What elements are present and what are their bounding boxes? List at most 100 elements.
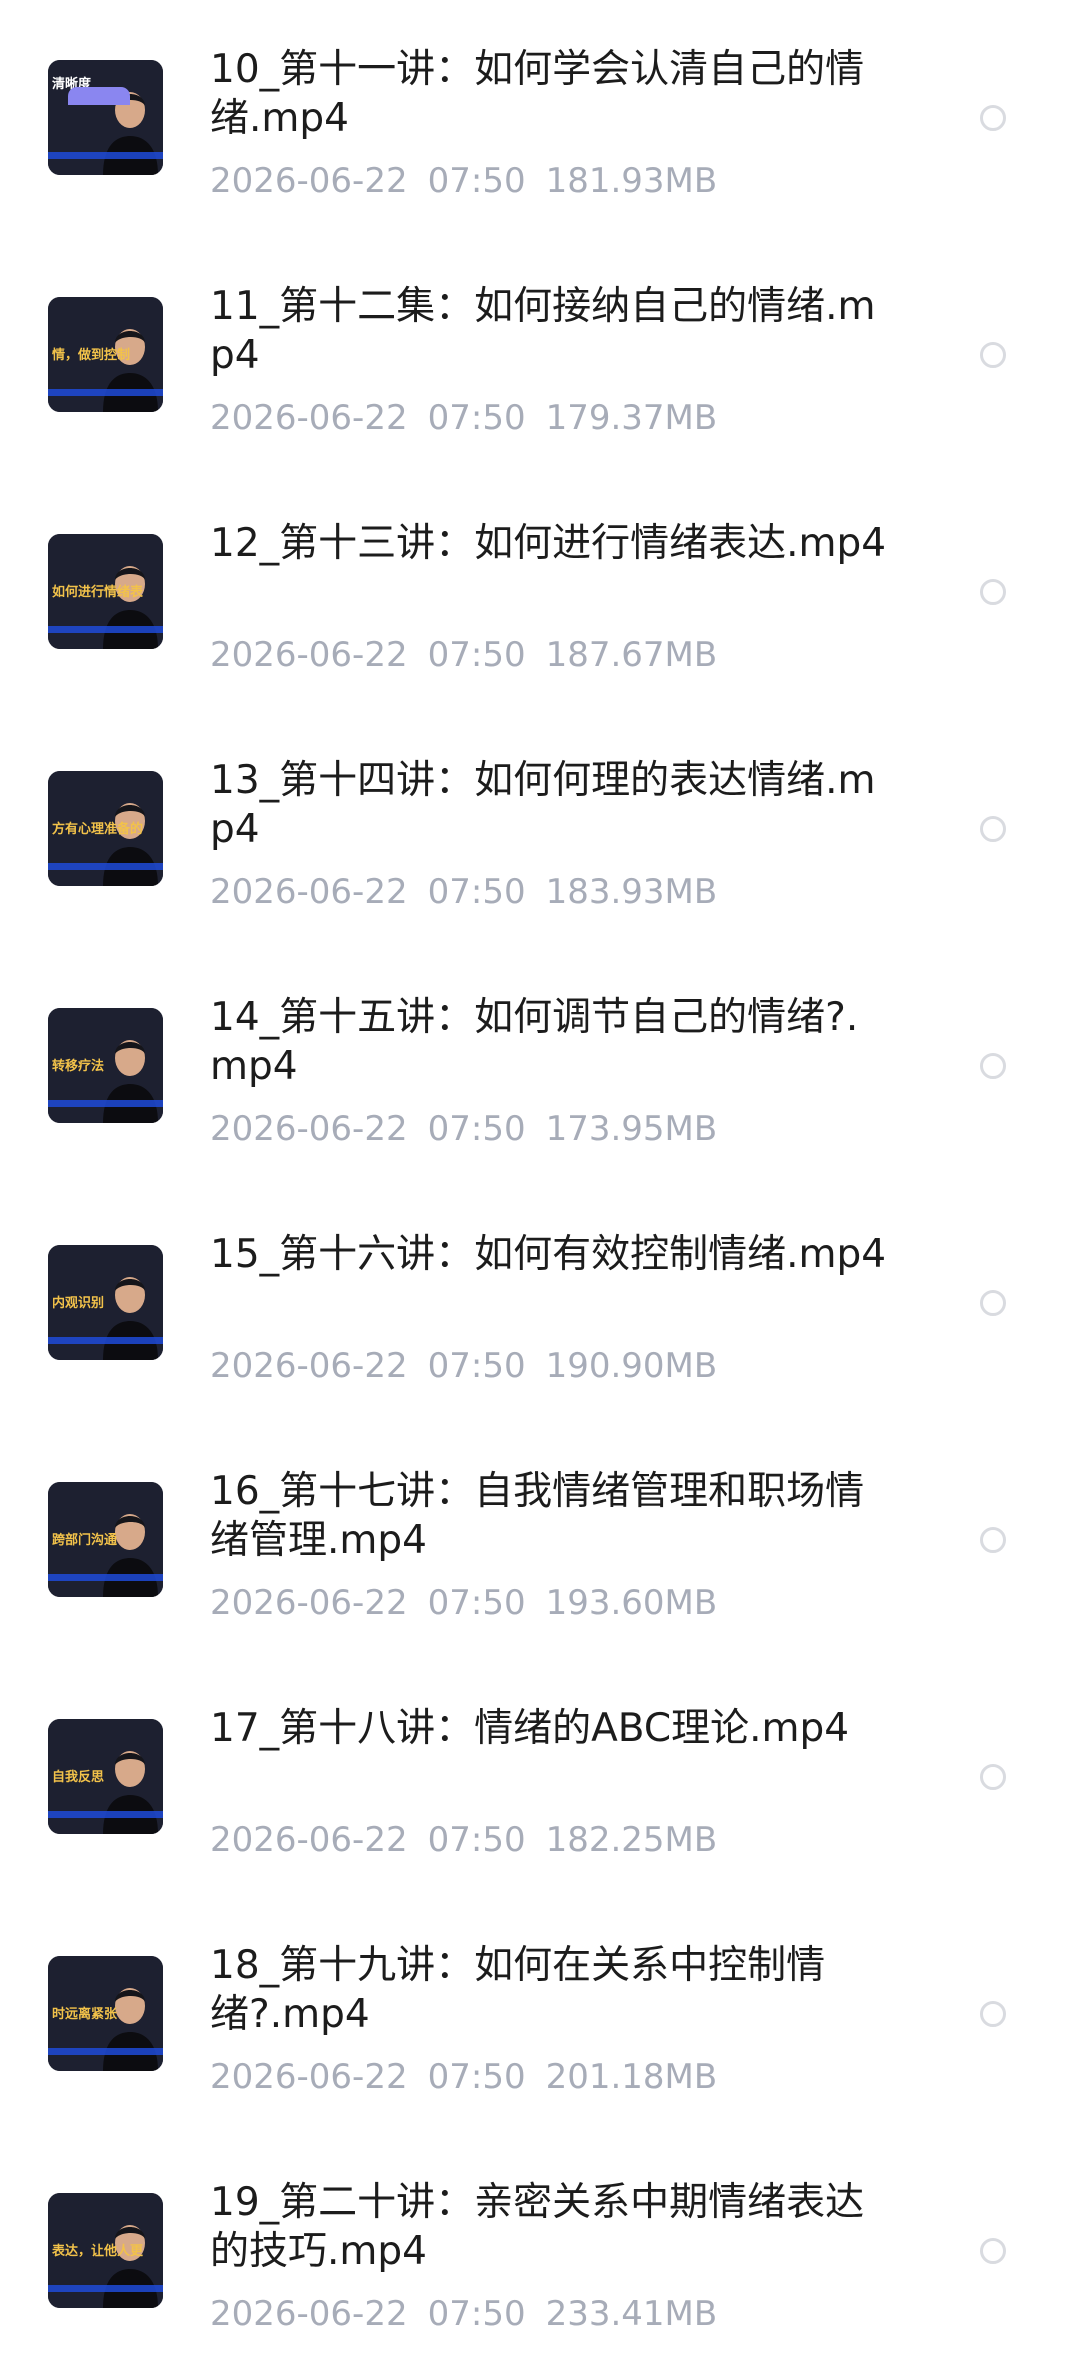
file-size: 190.90MB: [545, 1346, 718, 1386]
file-size: 187.67MB: [545, 635, 718, 675]
file-size: 173.95MB: [545, 1109, 718, 1149]
thumbnail-caption: 表达，让他人更: [51, 2243, 144, 2259]
file-list-item[interactable]: 情，做到控制 11_第十二集：如何接纳自己的情绪.mp4 2026-06-22 07:…: [0, 224, 1080, 461]
file-name: 16_第十七讲：自我情绪管理和职场情绪管理.mp4: [210, 1469, 865, 1563]
video-thumbnail[interactable]: 清晰度: [48, 60, 163, 175]
file-size: 193.60MB: [545, 1583, 718, 1623]
file-list-item[interactable]: 方有心理准备的 13_第十四讲：如何何理的表达情绪.mp4 2026-06-22 07…: [0, 698, 1080, 935]
file-name: 19_第二十讲：亲密关系中期情绪表达的技巧.mp4: [210, 2180, 865, 2274]
video-thumbnail-icon: 表达，让他人更: [48, 2193, 163, 2308]
file-size: 201.18MB: [545, 2057, 718, 2097]
radio-unchecked-icon[interactable]: [980, 342, 1006, 368]
file-date: 2026-06-22: [210, 1583, 408, 1623]
file-date: 2026-06-22: [210, 1109, 408, 1149]
file-size: 179.37MB: [545, 398, 718, 438]
file-meta: 2026-06-22 07:50 190.90MB: [210, 1346, 737, 1386]
file-name: 18_第十九讲：如何在关系中控制情绪?.mp4: [210, 1943, 826, 2037]
thumbnail-caption: 转移疗法: [52, 1058, 104, 1074]
video-thumbnail-icon: 时远离紧张: [48, 1956, 163, 2071]
thumbnail-caption: 内观识别: [52, 1295, 104, 1311]
file-name: 14_第十五讲：如何调节自己的情绪?.mp4: [210, 995, 859, 1089]
video-thumbnail[interactable]: 方有心理准备的: [48, 771, 163, 886]
file-list-item[interactable]: 如何进行情绪表 12_第十三讲：如何进行情绪表达.mp4 2026-06-22 07:…: [0, 461, 1080, 698]
video-thumbnail[interactable]: 表达，让他人更: [48, 2193, 163, 2308]
video-thumbnail[interactable]: 如何进行情绪表: [48, 534, 163, 649]
thumbnail-badge: [68, 87, 130, 105]
file-date: 2026-06-22: [210, 161, 408, 201]
file-size: 183.93MB: [545, 872, 718, 912]
file-name: 17_第十八讲：情绪的ABC理论.mp4: [210, 1706, 850, 1751]
file-meta: 2026-06-22 07:50 193.60MB: [210, 1583, 737, 1623]
file-time: 07:50: [427, 161, 526, 201]
video-thumbnail-icon: 清晰度: [48, 60, 163, 175]
file-time: 07:50: [427, 1109, 526, 1149]
file-name: 11_第十二集：如何接纳自己的情绪.mp4: [210, 284, 876, 378]
file-name: 15_第十六讲：如何有效控制情绪.mp4: [210, 1232, 887, 1277]
video-thumbnail-icon: 方有心理准备的: [48, 771, 163, 886]
radio-unchecked-icon[interactable]: [980, 579, 1006, 605]
file-size: 182.25MB: [545, 1820, 718, 1860]
file-date: 2026-06-22: [210, 2294, 408, 2334]
file-date: 2026-06-22: [210, 635, 408, 675]
video-thumbnail-icon: 如何进行情绪表: [48, 534, 163, 649]
video-thumbnail-icon: 自我反思: [48, 1719, 163, 1834]
file-name: 12_第十三讲：如何进行情绪表达.mp4: [210, 521, 887, 566]
file-meta: 2026-06-22 07:50 173.95MB: [210, 1109, 737, 1149]
thumbnail-caption: 如何进行情绪表: [52, 584, 144, 600]
file-meta: 2026-06-22 07:50 183.93MB: [210, 872, 737, 912]
file-date: 2026-06-22: [210, 2057, 408, 2097]
video-thumbnail-icon: 情，做到控制: [48, 297, 163, 412]
file-time: 07:50: [427, 2057, 526, 2097]
radio-unchecked-icon[interactable]: [980, 1527, 1006, 1553]
thumbnail-caption: 跨部门沟通: [52, 1532, 117, 1548]
thumbnail-caption: 自我反思: [52, 1769, 104, 1785]
file-time: 07:50: [427, 398, 526, 438]
file-meta: 2026-06-22 07:50 233.41MB: [210, 2294, 737, 2334]
file-meta: 2026-06-22 07:50 187.67MB: [210, 635, 737, 675]
thumbnail-caption: 方有心理准备的: [52, 821, 143, 837]
file-meta: 2026-06-22 07:50 181.93MB: [210, 161, 737, 201]
radio-unchecked-icon[interactable]: [980, 1290, 1006, 1316]
video-thumbnail[interactable]: 时远离紧张: [48, 1956, 163, 2071]
video-thumbnail[interactable]: 跨部门沟通: [48, 1482, 163, 1597]
video-thumbnail-icon: 转移疗法: [48, 1008, 163, 1123]
file-name: 13_第十四讲：如何何理的表达情绪.mp4: [210, 758, 876, 852]
file-list: 清晰度 10_第十一讲：如何学会认清自己的情绪.mp4 2026-06-22 07:5…: [0, 0, 1080, 2360]
radio-unchecked-icon[interactable]: [980, 1764, 1006, 1790]
file-list-item[interactable]: 跨部门沟通 16_第十七讲：自我情绪管理和职场情绪管理.mp4 2026-06-22…: [0, 1409, 1080, 1646]
file-list-item[interactable]: 表达，让他人更 19_第二十讲：亲密关系中期情绪表达的技巧.mp4 2026-06-…: [0, 2120, 1080, 2357]
radio-unchecked-icon[interactable]: [980, 105, 1006, 131]
file-time: 07:50: [427, 872, 526, 912]
video-thumbnail-icon: 跨部门沟通: [48, 1482, 163, 1597]
video-thumbnail[interactable]: 自我反思: [48, 1719, 163, 1834]
file-meta: 2026-06-22 07:50 182.25MB: [210, 1820, 737, 1860]
video-thumbnail-icon: 内观识别: [48, 1245, 163, 1360]
file-size: 181.93MB: [545, 161, 718, 201]
file-time: 07:50: [427, 1346, 526, 1386]
file-list-item[interactable]: 时远离紧张 18_第十九讲：如何在关系中控制情绪?.mp4 2026-06-22 07…: [0, 1883, 1080, 2120]
file-list-item[interactable]: 内观识别 15_第十六讲：如何有效控制情绪.mp4 2026-06-22 07:50 1…: [0, 1172, 1080, 1409]
file-meta: 2026-06-22 07:50 201.18MB: [210, 2057, 737, 2097]
radio-unchecked-icon[interactable]: [980, 2238, 1006, 2264]
video-thumbnail[interactable]: 内观识别: [48, 1245, 163, 1360]
file-list-item[interactable]: 清晰度 10_第十一讲：如何学会认清自己的情绪.mp4 2026-06-22 07:5…: [0, 0, 1080, 224]
file-date: 2026-06-22: [210, 1346, 408, 1386]
file-time: 07:50: [427, 2294, 526, 2334]
radio-unchecked-icon[interactable]: [980, 2001, 1006, 2027]
file-date: 2026-06-22: [210, 1820, 408, 1860]
file-date: 2026-06-22: [210, 398, 408, 438]
video-thumbnail[interactable]: 转移疗法: [48, 1008, 163, 1123]
file-time: 07:50: [427, 1583, 526, 1623]
video-thumbnail[interactable]: 情，做到控制: [48, 297, 163, 412]
file-list-item[interactable]: 转移疗法 14_第十五讲：如何调节自己的情绪?.mp4 2026-06-22 07:5…: [0, 935, 1080, 1172]
file-size: 233.41MB: [545, 2294, 718, 2334]
file-time: 07:50: [427, 1820, 526, 1860]
thumbnail-caption: 情，做到控制: [52, 347, 130, 363]
file-date: 2026-06-22: [210, 872, 408, 912]
file-list-item[interactable]: 自我反思 17_第十八讲：情绪的ABC理论.mp4 2026-06-22 07:50 1…: [0, 1646, 1080, 1883]
file-name: 10_第十一讲：如何学会认清自己的情绪.mp4: [210, 47, 865, 141]
file-meta: 2026-06-22 07:50 179.37MB: [210, 398, 737, 438]
radio-unchecked-icon[interactable]: [980, 816, 1006, 842]
file-time: 07:50: [427, 635, 526, 675]
radio-unchecked-icon[interactable]: [980, 1053, 1006, 1079]
